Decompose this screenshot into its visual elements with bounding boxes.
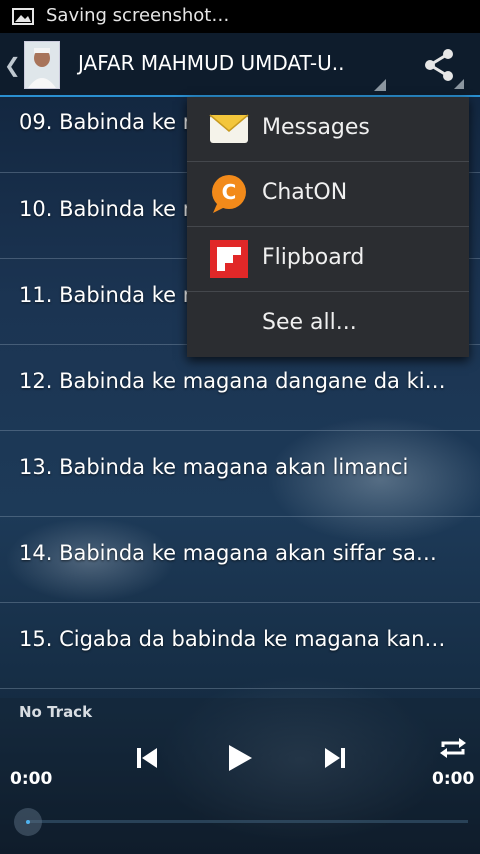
duration-time: 0:00 bbox=[432, 769, 475, 789]
app-icon[interactable] bbox=[24, 41, 60, 89]
play-icon[interactable] bbox=[219, 740, 259, 776]
share-menu: Messages C ChatON Flipboard See all... bbox=[187, 97, 469, 357]
next-icon[interactable] bbox=[314, 740, 354, 776]
list-item[interactable]: 12. Babinda ke magana dangane da ki… bbox=[0, 345, 480, 431]
dropdown-indicator-icon bbox=[374, 79, 386, 91]
avatar-icon bbox=[25, 42, 59, 88]
elapsed-time: 0:00 bbox=[10, 769, 53, 789]
chaton-icon: C bbox=[212, 175, 246, 213]
player-bar: No Track 0:00 0:00 bbox=[0, 698, 480, 854]
messages-icon bbox=[209, 114, 249, 143]
page-title[interactable]: JAFAR MAHMUD UMDAT-U.. bbox=[78, 51, 344, 75]
list-item[interactable]: 15. Cigaba da babinda ke magana kan… bbox=[0, 603, 480, 689]
track-label: 14. Babinda ke magana akan siffar sa… bbox=[19, 541, 437, 565]
now-playing-label: No Track bbox=[19, 703, 93, 721]
track-label: 15. Cigaba da babinda ke magana kan… bbox=[19, 627, 446, 651]
menu-item-label: See all... bbox=[262, 310, 357, 335]
track-label: 12. Babinda ke magana dangane da ki… bbox=[19, 369, 446, 393]
action-bar: ❮ JAFAR MAHMUD UMDAT-U.. bbox=[0, 33, 480, 97]
previous-icon[interactable] bbox=[128, 740, 168, 776]
share-dropdown-indicator-icon bbox=[454, 79, 464, 89]
track-label: 13. Babinda ke magana akan limanci bbox=[19, 455, 409, 479]
menu-item-see-all[interactable]: See all... bbox=[187, 292, 469, 357]
image-icon bbox=[12, 8, 34, 25]
list-item[interactable]: 14. Babinda ke magana akan siffar sa… bbox=[0, 517, 480, 603]
menu-item-chaton[interactable]: C ChatON bbox=[187, 162, 469, 227]
menu-item-flipboard[interactable]: Flipboard bbox=[187, 227, 469, 292]
svg-text:C: C bbox=[222, 180, 237, 204]
track-label: 09. Babinda ke m bbox=[19, 110, 204, 134]
status-bar: Saving screenshot… bbox=[0, 0, 480, 33]
track-label: 11. Babinda ke m bbox=[19, 283, 204, 307]
track-label: 10. Babinda ke m bbox=[19, 197, 204, 221]
seek-thumb[interactable] bbox=[14, 808, 42, 836]
menu-item-label: Messages bbox=[262, 115, 370, 140]
menu-item-label: ChatON bbox=[262, 180, 348, 205]
status-text: Saving screenshot… bbox=[46, 5, 230, 26]
repeat-icon[interactable] bbox=[438, 736, 468, 760]
menu-item-messages[interactable]: Messages bbox=[187, 97, 469, 162]
flipboard-icon bbox=[210, 240, 248, 278]
menu-item-label: Flipboard bbox=[262, 245, 365, 270]
seek-bar[interactable] bbox=[28, 820, 468, 823]
chevron-left-icon[interactable]: ❮ bbox=[4, 53, 21, 77]
list-item[interactable]: 13. Babinda ke magana akan limanci bbox=[0, 431, 480, 517]
